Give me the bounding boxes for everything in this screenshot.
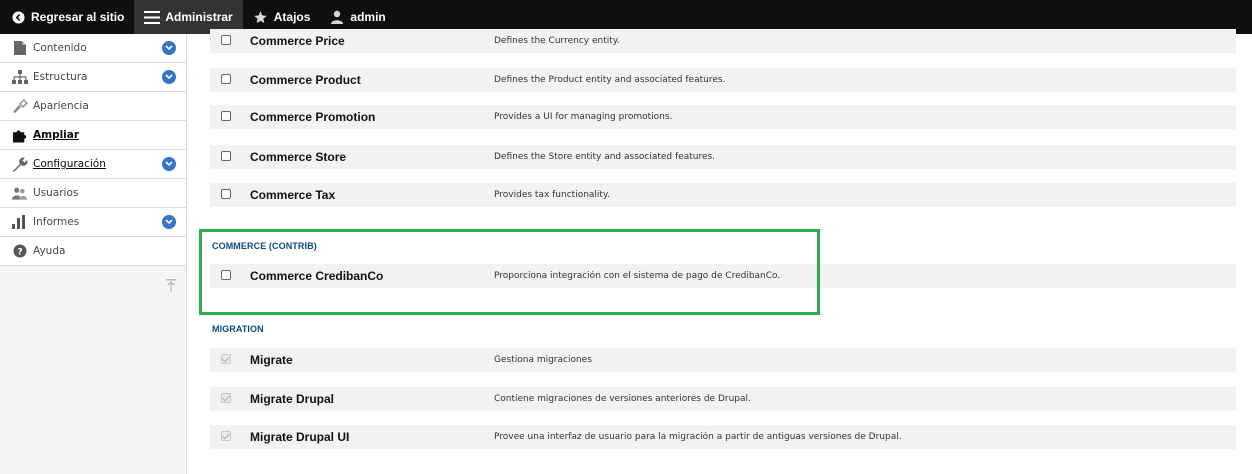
sidebar-item-label: Configuración <box>33 158 106 170</box>
module-row: Migrate Drupal Contiene migraciones de v… <box>210 387 1236 411</box>
module-description: Provee una interfaz de usuario para la m… <box>494 432 902 442</box>
svg-text:?: ? <box>17 248 22 258</box>
puzzle-icon <box>12 127 28 143</box>
user-label: admin <box>350 10 386 24</box>
module-name: Migrate <box>250 353 293 367</box>
sidebar-item-apariencia[interactable]: Apariencia <box>0 92 186 121</box>
module-row: Commerce Tax Provides tax functionality. <box>210 183 1236 207</box>
module-description: Provides tax functionality. <box>494 190 610 200</box>
sidebar-item-label: Usuarios <box>33 187 79 199</box>
sidebar-item-label: Ampliar <box>33 129 80 141</box>
chevron-down-icon[interactable] <box>162 41 176 55</box>
module-checkbox[interactable] <box>221 35 231 45</box>
users-icon <box>12 185 28 201</box>
sidebar-item-configuracion[interactable]: Configuración <box>0 150 186 179</box>
sidebar-item-usuarios[interactable]: Usuarios <box>0 179 186 208</box>
back-to-site-label: Regresar al sitio <box>31 10 125 24</box>
shortcuts-label: Atajos <box>273 10 311 24</box>
back-to-site-link[interactable]: Regresar al sitio <box>0 0 134 34</box>
module-name: Migrate Drupal UI <box>250 430 350 444</box>
brush-icon <box>12 98 28 114</box>
group-title-migration: MIGRATION <box>212 324 264 334</box>
chevron-down-icon[interactable] <box>162 215 176 229</box>
module-name: Commerce Store <box>250 150 347 164</box>
module-checkbox <box>221 354 231 364</box>
chevron-left-circle-icon <box>12 10 25 24</box>
sidebar-item-estructura[interactable]: Estructura <box>0 63 186 92</box>
module-row: Migrate Drupal UI Provee una interfaz de… <box>210 425 1236 449</box>
sidebar-item-label: Contenido <box>33 42 87 54</box>
sidebar-item-label: Ayuda <box>33 245 66 257</box>
sidebar-item-label: Estructura <box>33 71 88 83</box>
highlight-annotation-box <box>199 229 820 315</box>
module-description: Defines the Store entity and associated … <box>494 152 716 162</box>
chevron-down-icon[interactable] <box>162 70 176 84</box>
sidebar-item-contenido[interactable]: Contenido <box>0 34 186 63</box>
sitemap-icon <box>12 69 28 85</box>
module-row: Commerce Product Defines the Product ent… <box>210 68 1236 92</box>
module-checkbox[interactable] <box>221 74 231 84</box>
module-checkbox <box>221 431 231 441</box>
module-row: Migrate Gestiona migraciones <box>210 348 1236 372</box>
sidebar-item-ampliar[interactable]: Ampliar <box>0 121 186 150</box>
module-row: Commerce Store Defines the Store entity … <box>210 145 1236 169</box>
module-name: Commerce Price <box>250 34 345 48</box>
module-name: Migrate Drupal <box>250 392 335 406</box>
module-description: Provides a UI for managing promotions. <box>494 112 673 122</box>
star-icon <box>253 10 268 25</box>
module-name: Commerce Tax <box>250 188 336 202</box>
module-description: Defines the Currency entity. <box>494 36 620 46</box>
module-description: Contiene migraciones de versiones anteri… <box>494 394 751 404</box>
chevron-down-icon[interactable] <box>162 157 176 171</box>
module-checkbox[interactable] <box>221 111 231 121</box>
bar-chart-icon <box>12 214 28 230</box>
sidebar-item-label: Apariencia <box>33 100 89 112</box>
hamburger-icon <box>144 10 161 24</box>
module-row: Commerce Price Defines the Currency enti… <box>210 29 1236 53</box>
module-name: Commerce Product <box>250 73 361 87</box>
module-description: Gestiona migraciones <box>494 355 592 365</box>
administer-label: Administrar <box>165 10 233 24</box>
module-checkbox <box>221 393 231 403</box>
sidebar-item-informes[interactable]: Informes <box>0 208 186 237</box>
module-description: Defines the Product entity and associate… <box>494 75 726 85</box>
admin-sidebar: Contenido Estructura Apariencia Ampliar … <box>0 34 187 474</box>
sidebar-item-label: Informes <box>33 216 80 228</box>
module-name: Commerce Promotion <box>250 110 376 124</box>
wrench-icon <box>12 156 28 172</box>
file-icon <box>12 40 28 56</box>
collapse-sidebar-icon[interactable] <box>166 278 176 292</box>
module-checkbox[interactable] <box>221 189 231 199</box>
help-icon: ? <box>12 243 28 259</box>
sidebar-item-ayuda[interactable]: ? Ayuda <box>0 237 186 266</box>
module-row: Commerce Promotion Provides a UI for man… <box>210 105 1236 129</box>
module-checkbox[interactable] <box>221 151 231 161</box>
user-icon <box>330 10 344 24</box>
